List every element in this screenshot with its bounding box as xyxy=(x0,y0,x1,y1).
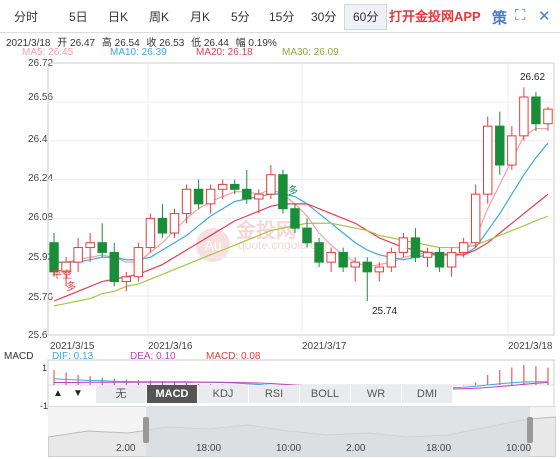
tab-15min[interactable]: 15分 xyxy=(269,8,294,25)
tab-5day[interactable]: 5日 xyxy=(69,8,88,25)
candle-body xyxy=(217,183,228,190)
y-tick: 25.92 xyxy=(28,252,54,263)
candle-body xyxy=(121,276,132,283)
policy-icon[interactable]: 策 xyxy=(492,7,507,28)
x-tick: 2021/3/17 xyxy=(302,341,347,352)
indicator-tab-none[interactable]: 无 xyxy=(96,385,147,403)
candle-body xyxy=(193,188,204,205)
navigator-label: 10:00 xyxy=(506,443,532,454)
candle-body xyxy=(145,217,156,249)
y-tick: 26.4 xyxy=(28,134,48,145)
candle-body xyxy=(507,135,517,166)
tab-30min[interactable]: 30分 xyxy=(311,8,336,25)
navigator-label: 2.00 xyxy=(346,443,366,454)
macd-value: MACD: 0.08 xyxy=(206,351,261,362)
candle-body xyxy=(519,96,529,137)
navigator-label: 18:00 xyxy=(426,443,452,454)
candle-body xyxy=(109,251,119,283)
ma10-legend: MA10: 26.39 xyxy=(110,47,167,58)
candle-body xyxy=(97,242,107,253)
plot-frame xyxy=(47,62,555,336)
watermark-subtext: quote.cngold.org xyxy=(238,238,328,252)
ma-line-ma30 xyxy=(53,215,549,307)
candle-body xyxy=(483,125,493,195)
signal-label: 平多 xyxy=(278,186,298,197)
tab-intraday[interactable]: 分时 xyxy=(14,8,38,25)
macd-y-tick: -1 xyxy=(40,401,49,411)
navigator-left-handle[interactable] xyxy=(143,417,149,443)
y-tick: 26.72 xyxy=(28,58,54,69)
indicator-tab-rsi[interactable]: RSI xyxy=(249,385,300,403)
y-tick: 26.08 xyxy=(28,212,54,223)
fullscreen-icon[interactable]: ⛶ xyxy=(515,7,526,24)
y-tick: 26.56 xyxy=(28,92,54,103)
candle-body xyxy=(133,247,144,278)
candle-body xyxy=(543,108,553,125)
indicator-tab-wr[interactable]: WR xyxy=(351,385,402,403)
low-marker: 25.74 xyxy=(372,306,398,317)
y-tick: 25.76 xyxy=(28,292,54,303)
scroll-down-arrow[interactable]: ▼ xyxy=(70,388,86,399)
signal-label: 多 xyxy=(66,282,76,293)
close-icon[interactable]: ✕ xyxy=(538,7,551,25)
candle-body xyxy=(181,188,192,215)
candle-body xyxy=(531,96,541,125)
candle-body xyxy=(266,174,276,195)
candle-body xyxy=(470,193,481,244)
watermark-logo: Au xyxy=(196,228,230,262)
candle-body xyxy=(434,251,445,268)
candle-body xyxy=(73,247,83,263)
candle-body xyxy=(326,251,336,263)
range-navigator[interactable]: 2.00 18:00 10:00 2.00 18:00 10:00 xyxy=(48,406,556,457)
macd-title: MACD xyxy=(4,351,34,362)
scroll-up-arrow[interactable]: ▲ xyxy=(50,388,66,399)
macd-dif: DIF: 0.13 xyxy=(52,351,94,362)
candle-body xyxy=(254,193,264,200)
indicator-tab-kdj[interactable]: KDJ xyxy=(198,385,249,403)
tab-60min[interactable]: 60分 xyxy=(344,4,388,30)
candle-body xyxy=(242,188,252,200)
candle-body xyxy=(205,188,216,205)
candle-body xyxy=(495,125,505,166)
tab-daily[interactable]: 日K xyxy=(108,8,128,25)
app-promo-link[interactable]: 打开金投网APP xyxy=(389,6,481,25)
candle-body xyxy=(386,251,397,268)
candle-body xyxy=(410,237,421,258)
candle-body xyxy=(350,261,360,268)
candle-body xyxy=(458,242,469,253)
indicator-tab-boll[interactable]: BOLL xyxy=(300,385,351,403)
macd-dea: DEA: 0.10 xyxy=(130,351,176,362)
period-tab-bar: 分时 5日 日K 周K 月K 5分 15分 30分 60分 打开金投网APP 策… xyxy=(0,0,560,33)
candle-body xyxy=(338,251,348,268)
high-marker: 26.62 xyxy=(520,72,546,83)
ma30-legend: MA30: 26.09 xyxy=(282,47,339,58)
indicator-tab-dmi[interactable]: DMI xyxy=(402,385,453,403)
ma5-legend: MA5: 26.45 xyxy=(22,47,74,58)
macd-y-tick: 1 xyxy=(42,363,48,373)
navigator-label: 10:00 xyxy=(276,443,302,454)
candle-body xyxy=(169,213,180,234)
candle-body xyxy=(398,237,409,253)
candle-body xyxy=(85,242,95,249)
navigator-label: 2.00 xyxy=(116,443,136,454)
tab-weekly[interactable]: 周K xyxy=(149,8,169,25)
x-tick: 2021/3/18 xyxy=(508,341,553,352)
tab-5min[interactable]: 5分 xyxy=(231,8,250,25)
tab-monthly[interactable]: 月K xyxy=(190,8,210,25)
candle-body xyxy=(230,183,240,190)
candle-body xyxy=(374,266,385,273)
navigator-right-handle[interactable] xyxy=(527,417,533,443)
navigator-label: 18:00 xyxy=(196,443,222,454)
y-tick: 25.6 xyxy=(28,330,48,341)
candle-body xyxy=(157,217,168,234)
ma20-legend: MA20: 26.18 xyxy=(196,47,253,58)
y-tick: 26.24 xyxy=(28,173,54,184)
candle-body xyxy=(362,261,372,273)
candle-body xyxy=(446,251,457,268)
indicator-tab-macd[interactable]: MACD xyxy=(147,385,198,403)
candle-body xyxy=(422,251,433,258)
